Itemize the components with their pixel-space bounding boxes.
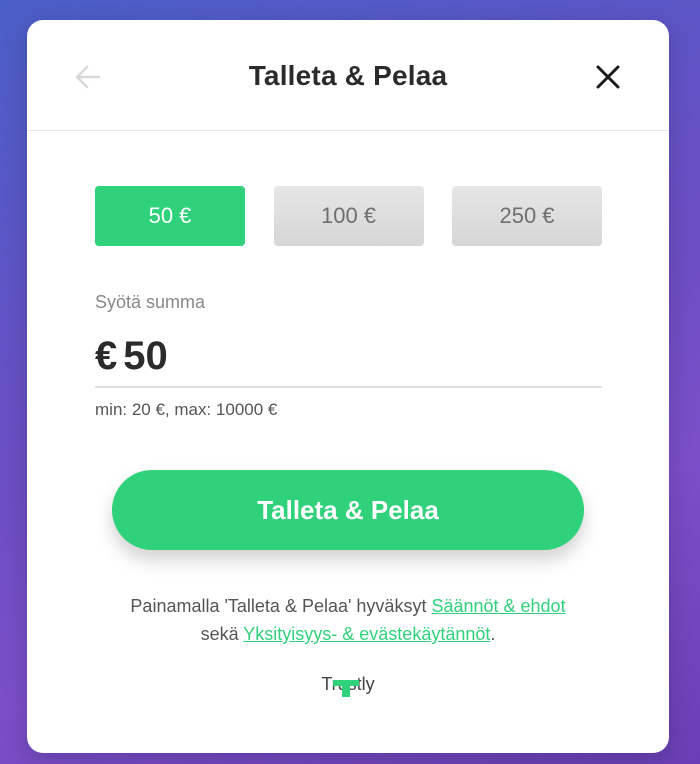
amount-value: 50 bbox=[123, 333, 168, 378]
modal-title: Talleta & Pelaa bbox=[248, 60, 448, 91]
close-button[interactable] bbox=[593, 62, 623, 92]
deposit-play-button[interactable]: Talleta & Pelaa bbox=[112, 470, 584, 550]
deposit-modal: Talleta & Pelaa 50 € 100 € 250 € Syötä s… bbox=[27, 20, 669, 753]
amount-option-50[interactable]: 50 € bbox=[95, 186, 245, 246]
terms-suffix: . bbox=[490, 624, 496, 644]
provider-logo: Trustly bbox=[27, 674, 669, 697]
amount-limits: min: 20 €, max: 10000 € bbox=[95, 400, 278, 419]
amount-options: 50 € 100 € 250 € bbox=[95, 186, 602, 246]
amount-input-label: Syötä summa bbox=[95, 292, 206, 312]
currency-symbol: € bbox=[95, 333, 118, 378]
terms-middle: sekä bbox=[200, 624, 244, 644]
close-icon bbox=[596, 65, 620, 89]
modal-header: Talleta & Pelaa bbox=[27, 20, 669, 131]
trustly-logo-icon bbox=[333, 680, 360, 697]
terms-link[interactable]: Säännöt & ehdot bbox=[431, 596, 565, 616]
amount-input[interactable]: € 50 bbox=[95, 326, 602, 388]
privacy-link[interactable]: Yksityisyys- & evästekäytännöt bbox=[243, 624, 490, 644]
amount-option-100[interactable]: 100 € bbox=[273, 186, 424, 246]
terms-prefix: Painamalla 'Talleta & Pelaa' hyväksyt bbox=[130, 596, 432, 616]
terms-notice: Painamalla 'Talleta & Pelaa' hyväksyt Sä… bbox=[57, 592, 639, 648]
amount-option-250[interactable]: 250 € bbox=[452, 186, 602, 246]
